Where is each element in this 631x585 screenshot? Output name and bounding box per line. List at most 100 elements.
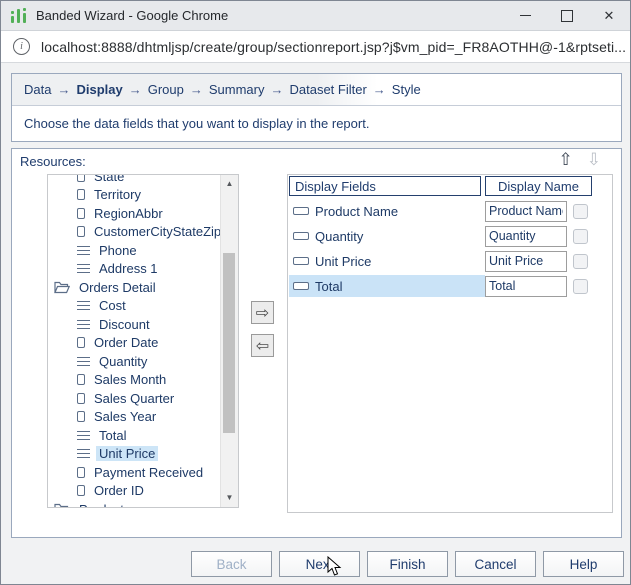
tree-item-label: Products [76,502,133,507]
finish-button[interactable]: Finish [367,551,448,577]
invisible-checkbox-total[interactable] [573,278,588,294]
url-text[interactable]: localhost:8888/dhtmljsp/create/group/sec… [41,39,626,55]
tree-item-payment-received[interactable]: Payment Received [48,463,221,482]
tree-item-order-date[interactable]: Order Date [48,334,221,353]
table-row-quantity: Quantity [289,225,611,247]
back-button[interactable]: Back [191,551,272,577]
breadcrumb-step-group[interactable]: Group [148,82,184,97]
remove-field-button[interactable]: ⇦ [251,334,274,357]
field-cell-unit-price[interactable]: Unit Price [289,250,485,272]
scrollbar-thumb[interactable] [223,253,235,433]
cancel-button[interactable]: Cancel [455,551,536,577]
tree-item-address-1[interactable]: Address 1 [48,260,221,279]
tree-item-customercitystatezip[interactable]: CustomerCityStateZip [48,223,221,242]
instruction-text: Choose the data fields that you want to … [24,116,370,131]
field-cell-quantity[interactable]: Quantity [289,225,485,247]
field-cell-total[interactable]: Total [289,275,485,297]
table-row-unit-price: Unit Price [289,250,611,272]
tree-item-sales-year[interactable]: Sales Year [48,408,221,427]
breadcrumb-step-style[interactable]: Style [392,82,421,97]
detail-field-icon [77,356,90,366]
field-icon [293,207,309,215]
minimize-button[interactable] [504,1,546,30]
tree-item-products[interactable]: Products [48,500,221,507]
column-field-icon [77,175,85,182]
add-field-button[interactable]: ⇨ [251,301,274,324]
scroll-up-button[interactable]: ▲ [221,177,238,191]
tree-item-label: State [94,174,125,184]
tree-item-quantity[interactable]: Quantity [48,352,221,371]
move-down-button[interactable]: ⇩ [587,150,601,170]
column-header-display-fields: Display Fields [289,176,481,196]
field-cell-product-name[interactable]: Product Name [289,200,485,222]
window-controls: ✕ [504,1,630,30]
tree-item-label: Sales Year [94,409,157,425]
resources-tree: State Territory RegionAbbr CustomerCityStat… [47,174,239,508]
next-button[interactable]: Next [279,551,360,577]
tree-item-phone[interactable]: Phone [48,241,221,260]
column-field-icon [77,411,85,423]
field-label: Unit Price [315,253,372,269]
display-name-input-quantity[interactable] [485,225,567,247]
breadcrumb-separator-icon: → [57,82,71,97]
scroll-down-button[interactable]: ▼ [221,491,238,505]
move-up-button[interactable]: ⇧ [559,150,573,170]
table-row-total: Total [289,275,611,297]
tree-item-orders-detail[interactable]: Orders Detail [48,278,221,297]
column-field-icon [77,226,85,238]
folder-open-icon [54,281,71,294]
breadcrumb-separator-icon: → [189,82,203,97]
invisible-checkbox-quantity[interactable] [573,228,588,244]
detail-field-icon [77,301,90,311]
site-info-icon[interactable]: i [13,38,30,55]
tree-item-label: Total [99,427,127,443]
title-bar: Banded Wizard - Google Chrome ✕ [1,1,630,31]
tree-item-label: Orders Detail [79,279,156,295]
display-name-input-unit-price[interactable] [485,250,567,272]
tree-item-label: Order Date [94,335,159,351]
tree-item-territory[interactable]: Territory [48,186,221,205]
tree-item-state[interactable]: State [48,174,221,186]
tree-item-label: Order ID [94,483,144,499]
tree-item-label: Address 1 [99,261,158,277]
tree-item-cost[interactable]: Cost [48,297,221,316]
invisible-checkbox-product-name[interactable] [573,203,588,219]
maximize-button[interactable] [546,1,588,30]
wizard-main-panel: Resources: ⇧ ⇩ State Territory RegionAbbr C… [11,148,622,538]
field-label: Total [315,278,343,294]
tree-item-label: Unit Price [96,446,159,462]
breadcrumb-step-data[interactable]: Data [24,82,51,97]
tree-item-total[interactable]: Total [48,426,221,445]
tree-item-sales-quarter[interactable]: Sales Quarter [48,389,221,408]
help-button[interactable]: Help [543,551,624,577]
column-field-icon [77,189,85,201]
close-button[interactable]: ✕ [588,1,630,30]
tree-item-label: Cost [99,298,126,314]
tree-item-sales-month[interactable]: Sales Month [48,371,221,390]
field-label: Quantity [315,228,364,244]
display-fields-panel: Display Fields Display Name Product Name… [287,174,613,513]
detail-field-icon [77,430,90,440]
breadcrumb-separator-icon: → [270,82,284,97]
detail-field-icon [77,264,90,274]
tree-scrollbar[interactable]: ▲ ▼ [220,175,238,507]
column-field-icon [77,485,85,497]
field-label: Product Name [315,203,399,219]
detail-field-icon [77,245,90,255]
breadcrumb-step-dataset-filter[interactable]: Dataset Filter [289,82,366,97]
breadcrumb-step-summary[interactable]: Summary [209,82,265,97]
tree-item-label: Quantity [99,353,148,369]
reorder-buttons: ⇧ ⇩ [559,150,602,170]
window-title: Banded Wizard - Google Chrome [36,8,229,23]
wizard-header-panel: Data → Display → Group → Summary → Dataset Filte… [11,73,622,142]
display-name-input-product-name[interactable] [485,200,567,222]
tree-item-regionabbr[interactable]: RegionAbbr [48,204,221,223]
tree-item-discount[interactable]: Discount [48,315,221,334]
display-name-input-total[interactable] [485,275,567,297]
breadcrumb-step-display[interactable]: Display [76,82,122,97]
invisible-checkbox-unit-price[interactable] [573,253,588,269]
tree-item-label: Sales Quarter [94,390,175,406]
tree-item-unit-price[interactable]: Unit Price [48,445,221,464]
column-header-display-name: Display Name [485,176,592,196]
tree-item-order-id[interactable]: Order ID [48,482,221,501]
